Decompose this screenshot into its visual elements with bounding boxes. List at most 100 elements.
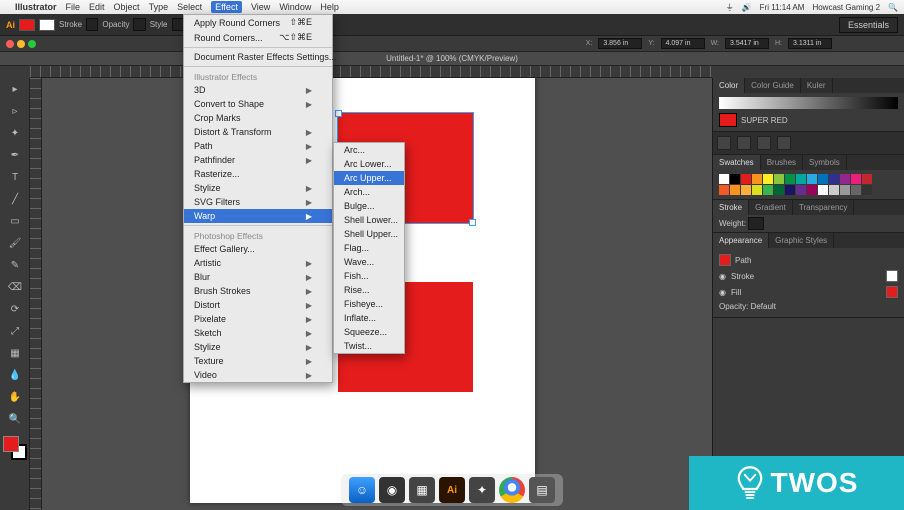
swatch-cell[interactable]: [862, 174, 872, 184]
warp-fisheye[interactable]: Fisheye...: [334, 297, 404, 311]
paintbrush-tool[interactable]: 🖌: [2, 233, 28, 253]
swatch-cell[interactable]: [752, 185, 762, 195]
app-name-menu[interactable]: Illustrator: [15, 2, 57, 12]
stroke-weight-dropdown[interactable]: [86, 18, 98, 31]
rotate-tool[interactable]: ⟳: [2, 299, 28, 319]
menu-crop-marks[interactable]: Crop Marks: [184, 111, 332, 125]
appearance-row-opacity[interactable]: Opacity: Default: [719, 300, 898, 313]
menu-sketch[interactable]: Sketch▶: [184, 326, 332, 340]
ruler-vertical[interactable]: [30, 78, 42, 510]
swatch-cell[interactable]: [741, 185, 751, 195]
tab-appearance[interactable]: Appearance: [713, 233, 769, 248]
swatch-cell[interactable]: [807, 174, 817, 184]
menu-3d[interactable]: 3D▶: [184, 83, 332, 97]
wifi-icon[interactable]: ⏚: [726, 2, 734, 13]
swatch-cell[interactable]: [730, 174, 740, 184]
menu-svg-filters[interactable]: SVG Filters▶: [184, 195, 332, 209]
swatch-cell[interactable]: [840, 185, 850, 195]
swatch-cell[interactable]: [829, 185, 839, 195]
gradient-tool[interactable]: ▦: [2, 343, 28, 363]
menu-brush-strokes[interactable]: Brush Strokes▶: [184, 284, 332, 298]
menu-apply-last[interactable]: Apply Round Corners⇧⌘E: [184, 15, 332, 30]
style-dropdown[interactable]: [172, 18, 184, 31]
menu-pixelate[interactable]: Pixelate▶: [184, 312, 332, 326]
menu-pathfinder[interactable]: Pathfinder▶: [184, 153, 332, 167]
swatch-cell[interactable]: [763, 174, 773, 184]
ruler-horizontal[interactable]: [30, 66, 712, 78]
stroke-weight-field[interactable]: [748, 217, 764, 230]
appearance-row-fill[interactable]: ◉Fill: [719, 284, 898, 300]
warp-arc[interactable]: Arc...: [334, 143, 404, 157]
menu-file[interactable]: File: [66, 2, 81, 12]
eraser-tool[interactable]: ⌫: [2, 277, 28, 297]
swatch-cell[interactable]: [741, 174, 751, 184]
tab-symbols[interactable]: Symbols: [803, 155, 847, 170]
warp-arc-upper[interactable]: Arc Upper...: [334, 171, 404, 185]
swatch-cell[interactable]: [818, 185, 828, 195]
menu-doc-raster[interactable]: Document Raster Effects Settings...: [184, 50, 332, 64]
tab-stroke[interactable]: Stroke: [713, 200, 749, 215]
menu-artistic[interactable]: Artistic▶: [184, 256, 332, 270]
menu-select[interactable]: Select: [177, 2, 202, 12]
warp-rise[interactable]: Rise...: [334, 283, 404, 297]
tab-graphic-styles[interactable]: Graphic Styles: [769, 233, 834, 248]
swatch-cell[interactable]: [818, 174, 828, 184]
tab-brushes[interactable]: Brushes: [761, 155, 803, 170]
menu-rasterize[interactable]: Rasterize...: [184, 167, 332, 181]
dock-chrome-icon[interactable]: [499, 477, 525, 503]
swatch-cell[interactable]: [796, 185, 806, 195]
menu-last-effect[interactable]: Round Corners...⌥⇧⌘E: [184, 30, 332, 45]
appearance-row-stroke[interactable]: ◉Stroke: [719, 268, 898, 284]
warp-shell-lower[interactable]: Shell Lower...: [334, 213, 404, 227]
warp-squeeze[interactable]: Squeeze...: [334, 325, 404, 339]
menu-object[interactable]: Object: [114, 2, 140, 12]
fill-stroke-indicator[interactable]: [3, 436, 27, 460]
stroke-swatch[interactable]: [39, 19, 55, 31]
dock-app2-icon[interactable]: ✦: [469, 477, 495, 503]
direct-selection-tool[interactable]: ▹: [2, 101, 28, 121]
eyedropper-tool[interactable]: 💧: [2, 365, 28, 385]
swatch-cell[interactable]: [785, 174, 795, 184]
menu-warp[interactable]: Warp▶: [184, 209, 332, 223]
w-field[interactable]: 3.5417 in: [725, 38, 769, 49]
menu-path[interactable]: Path▶: [184, 139, 332, 153]
menu-edit[interactable]: Edit: [89, 2, 105, 12]
swatch-cell[interactable]: [829, 174, 839, 184]
menu-effect[interactable]: Effect: [211, 1, 242, 13]
y-field[interactable]: 4.097 in: [661, 38, 705, 49]
hand-tool[interactable]: ✋: [2, 387, 28, 407]
opacity-field[interactable]: [133, 18, 145, 31]
warp-fish[interactable]: Fish...: [334, 269, 404, 283]
x-field[interactable]: 3.856 in: [598, 38, 642, 49]
tab-color-guide[interactable]: Color Guide: [745, 78, 801, 93]
swatch-cell[interactable]: [719, 185, 729, 195]
menu-stylize-ps[interactable]: Stylize▶: [184, 340, 332, 354]
spotlight-icon[interactable]: 🔍: [888, 3, 898, 12]
scale-tool[interactable]: ⤢: [2, 321, 28, 341]
menu-texture[interactable]: Texture▶: [184, 354, 332, 368]
warp-bulge[interactable]: Bulge...: [334, 199, 404, 213]
volume-icon[interactable]: 🔊: [742, 3, 752, 12]
menu-stylize-ai[interactable]: Stylize▶: [184, 181, 332, 195]
warp-inflate[interactable]: Inflate...: [334, 311, 404, 325]
collapsed-icon-4[interactable]: [777, 136, 791, 150]
menu-convert-shape[interactable]: Convert to Shape▶: [184, 97, 332, 111]
pencil-tool[interactable]: ✎: [2, 255, 28, 275]
swatch-cell[interactable]: [840, 174, 850, 184]
swatch-cell[interactable]: [774, 185, 784, 195]
swatch-cell[interactable]: [730, 185, 740, 195]
line-tool[interactable]: ╱: [2, 189, 28, 209]
warp-shell-upper[interactable]: Shell Upper...: [334, 227, 404, 241]
menu-blur[interactable]: Blur▶: [184, 270, 332, 284]
tab-gradient[interactable]: Gradient: [749, 200, 793, 215]
workspace-switcher[interactable]: Essentials: [839, 17, 898, 33]
type-tool[interactable]: T: [2, 167, 28, 187]
warp-arch[interactable]: Arch...: [334, 185, 404, 199]
dock-illustrator-icon[interactable]: Ai: [439, 477, 465, 503]
zoom-tool[interactable]: 🔍: [2, 409, 28, 429]
color-spectrum[interactable]: [719, 97, 898, 109]
menu-distort-transform[interactable]: Distort & Transform▶: [184, 125, 332, 139]
menu-view[interactable]: View: [251, 2, 270, 12]
swatch-cell[interactable]: [796, 174, 806, 184]
menu-window[interactable]: Window: [279, 2, 311, 12]
